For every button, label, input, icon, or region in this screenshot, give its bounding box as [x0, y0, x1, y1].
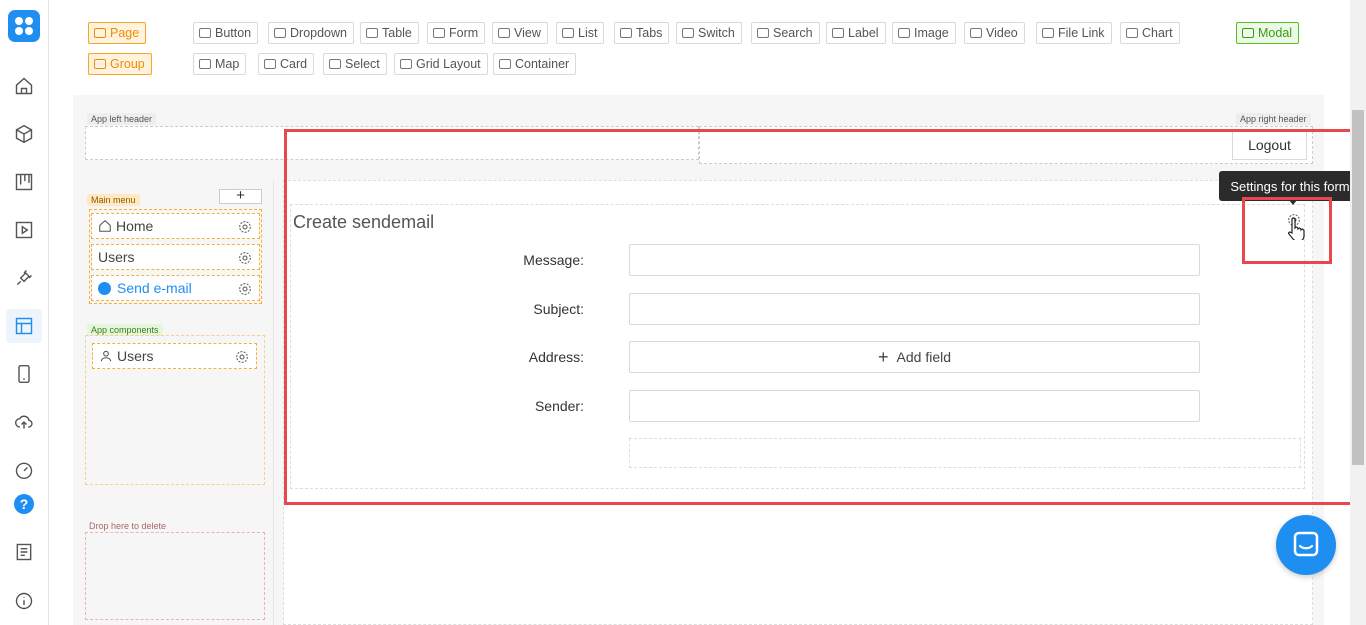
board-icon[interactable]	[12, 170, 36, 194]
table-icon	[366, 28, 378, 38]
vertical-scrollbar[interactable]	[1350, 0, 1366, 625]
gear-icon[interactable]	[237, 250, 253, 266]
compass-icon	[98, 281, 111, 295]
toolbar-chart[interactable]: Chart	[1120, 22, 1180, 44]
toolbar-file-link[interactable]: File Link	[1036, 22, 1112, 44]
gear-icon[interactable]	[234, 349, 250, 365]
component-item-users[interactable]: Users	[92, 343, 257, 369]
group-toolbar-button[interactable]: Group	[88, 53, 152, 75]
toolbar-tabs[interactable]: Tabs	[614, 22, 670, 44]
app-right-header-tag: App right header	[1236, 113, 1311, 125]
plug-icon[interactable]	[12, 266, 36, 290]
label-icon	[832, 28, 844, 38]
page-toolbar-button[interactable]: Page	[88, 22, 147, 44]
container-icon	[499, 59, 511, 69]
sidebar-item-send-email[interactable]: Send e-mail	[91, 275, 260, 301]
delete-zone-tag: Drop here to delete	[89, 521, 167, 531]
image-icon	[898, 28, 910, 38]
book-icon[interactable]	[12, 540, 36, 564]
layout-icon[interactable]	[6, 309, 42, 343]
cube-icon[interactable]	[12, 122, 36, 146]
main-menu-tag: Main menu	[87, 194, 140, 206]
user-icon	[99, 349, 113, 363]
toolbar-image[interactable]: Image	[892, 22, 956, 44]
toolbar-view[interactable]: View	[492, 22, 548, 44]
delete-dropzone[interactable]	[85, 532, 265, 620]
dashboard-icon[interactable]	[12, 458, 36, 482]
modal-icon	[1242, 28, 1254, 38]
chart-icon	[1126, 28, 1138, 38]
scrollbar-thumb[interactable]	[1352, 110, 1364, 465]
home-icon	[98, 219, 112, 233]
form-icon	[433, 28, 445, 38]
grid-layout-icon	[400, 59, 412, 69]
home-icon[interactable]	[12, 74, 36, 98]
toolbar-switch[interactable]: Switch	[676, 22, 742, 44]
play-icon[interactable]	[12, 218, 36, 242]
group-icon	[94, 59, 106, 69]
map-icon	[199, 59, 211, 69]
toolbar-dropdown[interactable]: Dropdown	[268, 22, 354, 44]
list-icon	[562, 28, 574, 38]
toolbar-video[interactable]: Video	[964, 22, 1025, 44]
app-logo-icon[interactable]	[8, 10, 40, 42]
component-item-label: Users	[117, 348, 154, 364]
page-icon	[94, 28, 106, 38]
view-icon	[498, 28, 510, 38]
button-icon	[199, 28, 211, 38]
sidebar-item-label: Home	[116, 218, 154, 234]
toolbar-label[interactable]: Label	[826, 22, 886, 44]
card-icon	[264, 59, 276, 69]
modal-toolbar-button[interactable]: Modal	[1236, 22, 1300, 44]
gear-highlight-box	[1242, 197, 1332, 264]
toolbar-form[interactable]: Form	[427, 22, 486, 44]
info-icon[interactable]	[12, 589, 36, 613]
gear-icon[interactable]	[237, 281, 253, 297]
sidebar-item-label: Send e-mail	[117, 280, 192, 296]
gear-icon[interactable]	[237, 219, 253, 235]
select-icon	[329, 59, 341, 69]
toolbar-select[interactable]: Select	[323, 53, 387, 75]
help-icon[interactable]: ?	[14, 494, 34, 514]
search-icon	[757, 28, 769, 38]
toolbar-button[interactable]: Button	[193, 22, 259, 44]
toolbar-list[interactable]: List	[556, 22, 605, 44]
add-menu-item-button[interactable]: +	[219, 188, 262, 204]
chat-icon	[1293, 531, 1319, 557]
mobile-icon[interactable]	[12, 362, 36, 386]
app-left-header-tag: App left header	[87, 113, 157, 125]
sidebar-item-users[interactable]: Users	[91, 244, 260, 270]
dropdown-icon	[274, 28, 286, 38]
file-link-icon	[1042, 28, 1054, 38]
video-icon	[970, 28, 982, 38]
left-nav-rail: ?	[0, 0, 49, 625]
toolbar-map[interactable]: Map	[193, 53, 247, 75]
toolbar-search[interactable]: Search	[751, 22, 820, 44]
switch-icon	[682, 28, 694, 38]
toolbar-table[interactable]: Table	[360, 22, 419, 44]
chat-launcher-button[interactable]	[1276, 515, 1336, 575]
toolbar-card[interactable]: Card	[258, 53, 315, 75]
toolbar-grid-layout[interactable]: Grid Layout	[394, 53, 488, 75]
cloud-upload-icon[interactable]	[12, 410, 36, 434]
form-highlight-box	[284, 129, 1365, 505]
tabs-icon	[620, 28, 632, 38]
sidebar-item-home[interactable]: Home	[91, 213, 260, 239]
sidebar-item-label: Users	[98, 249, 135, 265]
toolbar-container[interactable]: Container	[493, 53, 577, 75]
